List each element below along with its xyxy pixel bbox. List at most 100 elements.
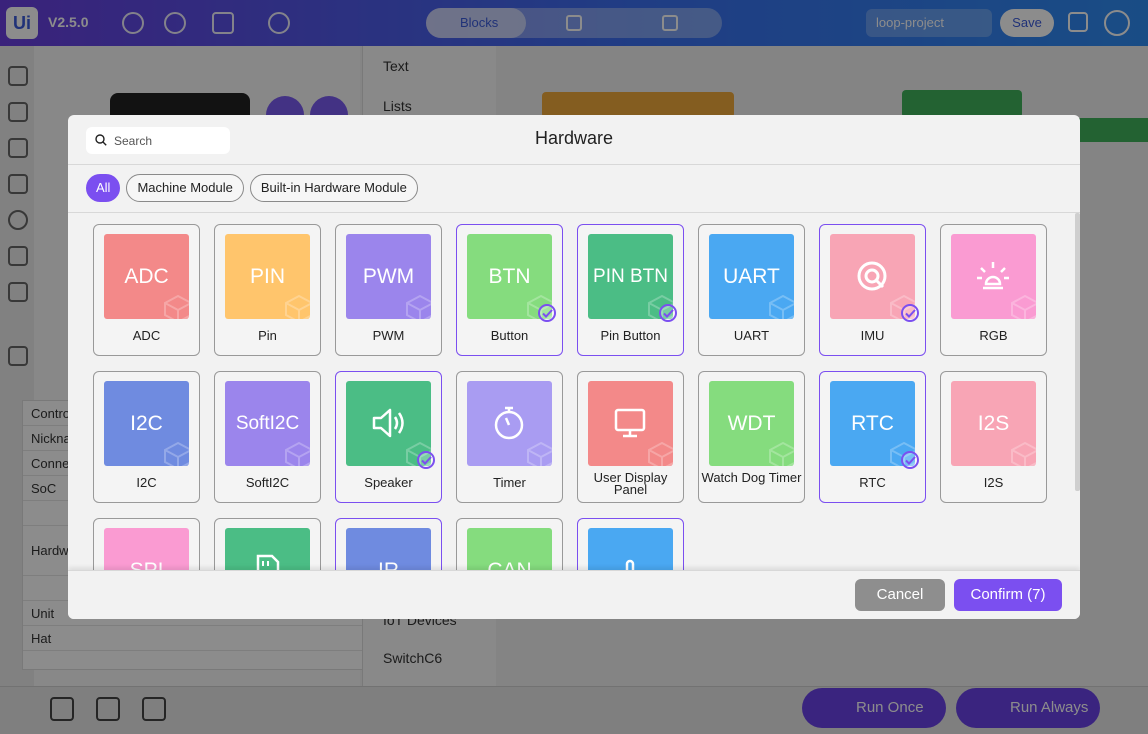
selected-check-icon: [538, 304, 556, 322]
selected-check-icon: [659, 304, 677, 322]
filter-all[interactable]: All: [86, 174, 121, 202]
hardware-card[interactable]: RGB: [940, 224, 1047, 356]
hardware-tile: [588, 528, 673, 570]
hardware-card[interactable]: Speaker: [335, 371, 442, 503]
module-cube-icon: [164, 441, 189, 466]
hardware-card[interactable]: User Display Panel: [577, 371, 684, 503]
hardware-tile: UART: [709, 234, 794, 319]
hardware-card[interactable]: CAN: [456, 518, 563, 570]
hardware-tile-text: BTN: [488, 265, 531, 288]
cancel-button[interactable]: Cancel: [855, 579, 945, 611]
hardware-card[interactable]: I2C I2C: [93, 371, 200, 503]
hardware-tile-text: UART: [723, 265, 780, 288]
hardware-card-label: Watch Dog Timer: [701, 470, 802, 485]
hardware-tile-text: I2C: [130, 412, 163, 435]
module-cube-icon: [1011, 441, 1036, 466]
hardware-tile: [225, 528, 310, 570]
hardware-tile-text: WDT: [727, 412, 776, 435]
hardware-card-label: Timer: [493, 475, 526, 490]
hardware-tile-text: I2S: [977, 412, 1010, 435]
hardware-tile: [467, 381, 552, 466]
hardware-card[interactable]: UART UART: [698, 224, 805, 356]
touch-icon: [625, 559, 635, 570]
hardware-tile-text: IR: [378, 559, 399, 570]
hardware-card-label: PWM: [372, 328, 405, 343]
module-cube-icon: [648, 441, 673, 466]
hardware-card[interactable]: PWM PWM: [335, 224, 442, 356]
filter-chips: All Machine Module Built-in Hardware Mod…: [86, 174, 418, 202]
hardware-card-label: I2S: [983, 475, 1004, 490]
hardware-card[interactable]: PIN Pin: [214, 224, 321, 356]
hardware-tile-text: SPI: [130, 559, 164, 570]
hardware-card-label: RTC: [859, 475, 886, 490]
filter-built-in-hardware-module[interactable]: Built-in Hardware Module: [249, 174, 418, 202]
hardware-card[interactable]: [214, 518, 321, 570]
hardware-tile-text: RTC: [851, 412, 894, 435]
dialog-header: Hardware: [68, 115, 1080, 165]
rgb-light-icon: [977, 262, 1009, 290]
hardware-grid-area[interactable]: ADC ADC PIN Pin PWM PWM BTN Button PIN BTN Pin Bu…: [68, 212, 1080, 570]
dialog-footer: Cancel Confirm (7): [68, 570, 1080, 619]
hardware-tile-text: ADC: [124, 265, 169, 288]
hardware-tile-text: PWM: [362, 265, 415, 288]
hardware-card[interactable]: WDT Watch Dog Timer: [698, 371, 805, 503]
confirm-button[interactable]: Confirm (7): [954, 579, 1062, 611]
hardware-tile: ADC: [104, 234, 189, 319]
hardware-card[interactable]: SoftI2C SoftI2C: [214, 371, 321, 503]
module-cube-icon: [769, 294, 794, 319]
hardware-card[interactable]: RTC RTC: [819, 371, 926, 503]
hardware-card-label: IMU: [860, 328, 885, 343]
hardware-tile: [951, 234, 1036, 319]
hardware-tile-text: PIN BTN: [593, 266, 668, 287]
hardware-dialog: Hardware All Machine Module Built-in Har…: [68, 115, 1080, 619]
hardware-card[interactable]: SPI: [93, 518, 200, 570]
hardware-card-label: I2C: [136, 475, 157, 490]
grid-scrollbar[interactable]: [1075, 213, 1080, 491]
hardware-tile-text: CAN: [487, 559, 531, 570]
hardware-tile: SPI: [104, 528, 189, 570]
module-cube-icon: [164, 294, 189, 319]
selected-check-icon: [901, 304, 919, 322]
hardware-card[interactable]: Timer: [456, 371, 563, 503]
imu-icon: [857, 261, 887, 291]
module-cube-icon: [285, 441, 310, 466]
hardware-card[interactable]: PIN BTN Pin Button: [577, 224, 684, 356]
module-cube-icon: [527, 441, 552, 466]
hardware-card-label: User Display Panel: [593, 470, 668, 497]
timer-icon: [494, 406, 524, 440]
module-cube-icon: [285, 294, 310, 319]
hardware-tile: SoftI2C: [225, 381, 310, 466]
selected-check-icon: [901, 451, 919, 469]
hardware-tile: I2C: [104, 381, 189, 466]
hardware-card[interactable]: IMU: [819, 224, 926, 356]
hardware-tile-text: SoftI2C: [235, 413, 300, 434]
hardware-card[interactable]: [577, 518, 684, 570]
hardware-card-label: UART: [733, 328, 770, 343]
selected-check-icon: [417, 451, 435, 469]
hardware-tile: PWM: [346, 234, 431, 319]
sd-card-icon: [256, 554, 280, 570]
hardware-card-label: Speaker: [364, 475, 413, 490]
hardware-tile: [588, 381, 673, 466]
hardware-card[interactable]: I2S I2S: [940, 371, 1047, 503]
filter-machine-module[interactable]: Machine Module: [126, 174, 244, 202]
hardware-card-label: SoftI2C: [245, 475, 290, 490]
hardware-tile: WDT: [709, 381, 794, 466]
hardware-card-label: Pin Button: [600, 328, 661, 343]
monitor-icon: [614, 408, 646, 438]
hardware-tile: IR: [346, 528, 431, 570]
hardware-tile: PIN: [225, 234, 310, 319]
hardware-card-label: Button: [490, 328, 529, 343]
module-cube-icon: [406, 294, 431, 319]
hardware-card[interactable]: BTN Button: [456, 224, 563, 356]
hardware-card[interactable]: ADC ADC: [93, 224, 200, 356]
module-cube-icon: [1011, 294, 1036, 319]
hardware-tile: CAN: [467, 528, 552, 570]
hardware-tile: I2S: [951, 381, 1036, 466]
speaker-icon: [372, 408, 404, 438]
dialog-title: Hardware: [534, 128, 614, 148]
hardware-card-label: Pin: [258, 328, 277, 343]
module-cube-icon: [769, 441, 794, 466]
hardware-card[interactable]: IR: [335, 518, 442, 570]
hardware-tile-text: PIN: [249, 265, 285, 288]
